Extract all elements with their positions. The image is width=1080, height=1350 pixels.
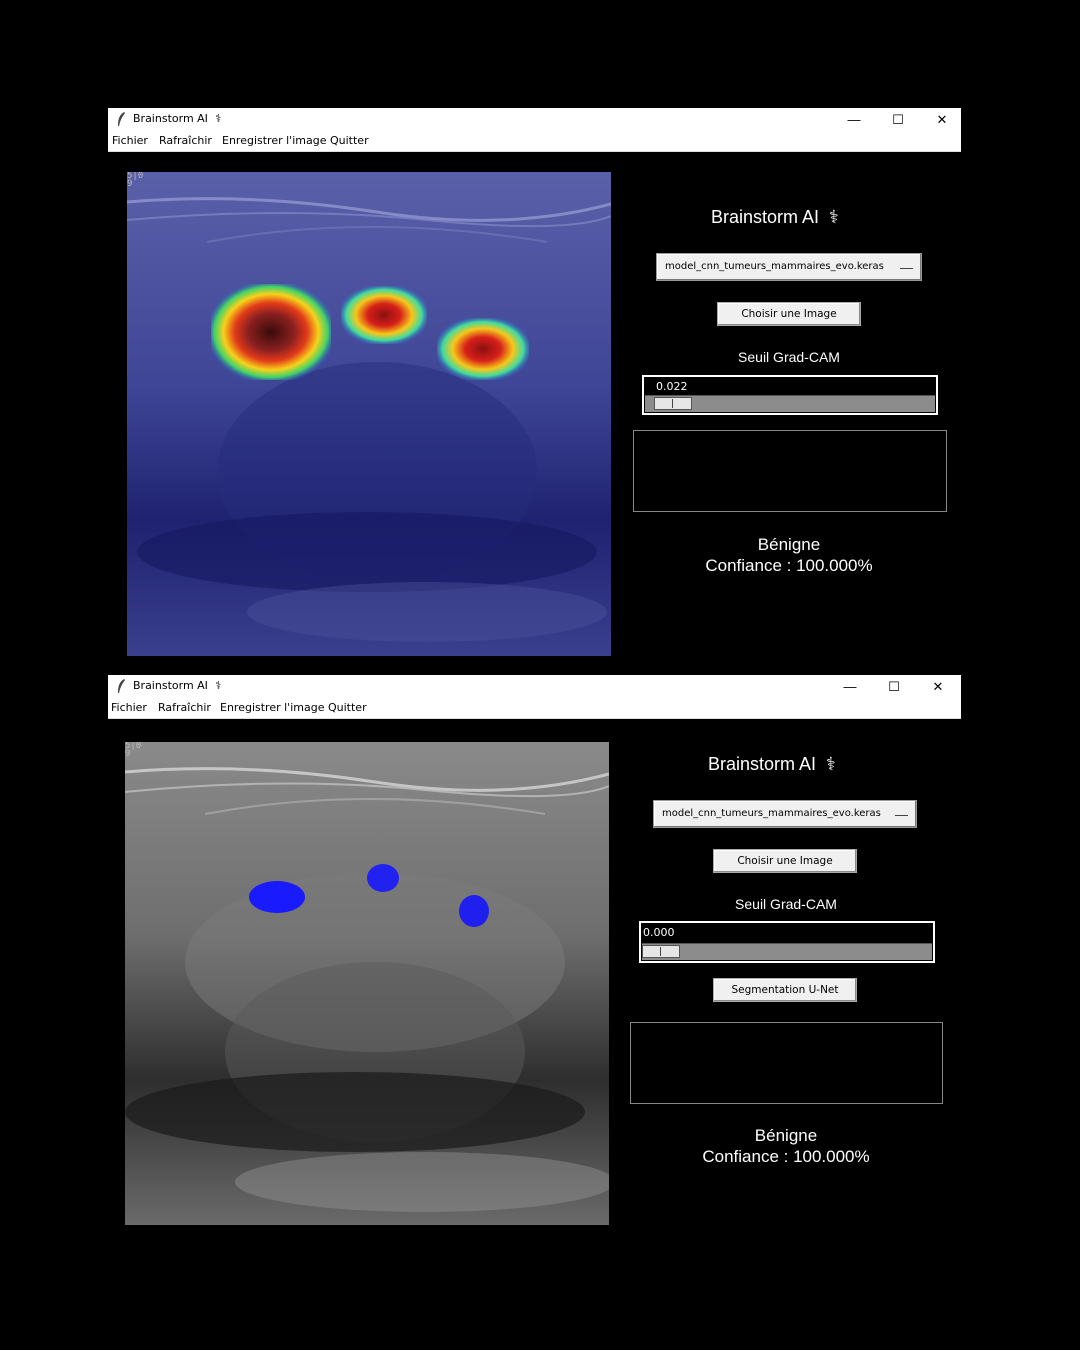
menu-rafraichir[interactable]: Rafraîchir xyxy=(159,134,212,147)
image-corner-label: 5|0 9 xyxy=(127,172,144,189)
segmentation-mask xyxy=(249,881,305,913)
result-panel: Bénigne Confiance : 100.000% xyxy=(642,534,936,576)
minimize-button[interactable]: — xyxy=(828,675,872,699)
maximize-button[interactable]: ☐ xyxy=(872,675,916,699)
threshold-label: Seuil Grad-CAM xyxy=(735,896,837,912)
dropdown-arrow-icon xyxy=(895,813,908,816)
model-select-value: model_cnn_tumeurs_mammaires_evo.keras xyxy=(662,808,881,819)
menu-quitter[interactable]: Quitter xyxy=(328,701,367,714)
app-title: Brainstorm AI ⚕ xyxy=(711,207,839,227)
menu-bar: Fichier Rafraîchir Enregistrer l'image Q… xyxy=(108,699,961,719)
app-window-segmentation: Brainstorm AI ⚕ — ☐ ✕ Fichier Rafraîchir… xyxy=(108,675,961,1245)
output-box xyxy=(633,430,947,512)
menu-bar: Fichier Rafraîchir Enregistrer l'image Q… xyxy=(108,132,961,152)
result-panel: Bénigne Confiance : 100.000% xyxy=(639,1125,933,1167)
slider-trough[interactable] xyxy=(645,395,935,412)
segmentation-button[interactable]: Segmentation U-Net xyxy=(713,978,857,1002)
threshold-label: Seuil Grad-CAM xyxy=(738,349,840,365)
app-window-gradcam: Brainstorm AI ⚕ — ☐ ✕ Fichier Rafraîchir… xyxy=(108,108,961,668)
confidence-text: Confiance : 100.000% xyxy=(705,556,873,575)
caduceus-icon: ⚕ xyxy=(215,679,222,692)
maximize-button[interactable]: ☐ xyxy=(876,108,920,132)
ultrasound-image-gradcam: 5|0 9 xyxy=(127,172,611,656)
slider-trough[interactable] xyxy=(642,943,932,960)
gradcam-hotspot xyxy=(437,318,529,380)
threshold-value: 0.022 xyxy=(656,380,688,393)
result-class: Bénigne xyxy=(757,535,821,554)
ultrasound-segmentation-graphic xyxy=(125,742,609,1225)
slider-thumb[interactable] xyxy=(654,397,692,410)
window-title: Brainstorm AI ⚕ xyxy=(133,679,222,692)
slider-thumb[interactable] xyxy=(642,945,680,958)
threshold-slider[interactable]: 0.000 xyxy=(639,921,935,963)
app-title: Brainstorm AI ⚕ xyxy=(708,754,836,774)
threshold-slider[interactable]: 0.022 xyxy=(642,375,938,415)
caduceus-icon: ⚕ xyxy=(826,754,836,774)
threshold-value: 0.000 xyxy=(643,926,675,939)
window-title: Brainstorm AI ⚕ xyxy=(133,112,222,125)
menu-enregistrer-image[interactable]: Enregistrer l'image xyxy=(220,701,324,714)
segmentation-mask xyxy=(459,895,489,927)
choose-image-button[interactable]: Choisir une Image xyxy=(713,849,857,873)
feather-icon xyxy=(118,112,125,126)
menu-fichier[interactable]: Fichier xyxy=(111,701,147,714)
gradcam-hotspot xyxy=(341,286,427,344)
close-button[interactable]: ✕ xyxy=(916,675,960,699)
model-select-value: model_cnn_tumeurs_mammaires_evo.keras xyxy=(665,261,884,272)
confidence-text: Confiance : 100.000% xyxy=(702,1147,870,1166)
menu-quitter[interactable]: Quitter xyxy=(330,134,369,147)
ultrasound-image-segmentation: 5|0 9 xyxy=(125,742,609,1225)
model-select[interactable]: model_cnn_tumeurs_mammaires_evo.keras xyxy=(653,800,917,828)
title-bar[interactable]: Brainstorm AI ⚕ — ☐ ✕ xyxy=(108,108,961,132)
result-class: Bénigne xyxy=(754,1126,818,1145)
segmentation-mask xyxy=(367,864,399,892)
gradcam-hotspot xyxy=(211,284,331,380)
dropdown-arrow-icon xyxy=(900,266,913,269)
model-select[interactable]: model_cnn_tumeurs_mammaires_evo.keras xyxy=(656,253,922,281)
choose-image-button[interactable]: Choisir une Image xyxy=(717,302,861,326)
menu-rafraichir[interactable]: Rafraîchir xyxy=(158,701,211,714)
menu-fichier[interactable]: Fichier xyxy=(112,134,148,147)
feather-icon xyxy=(118,679,125,693)
output-box xyxy=(630,1022,943,1104)
caduceus-icon: ⚕ xyxy=(215,112,222,125)
ultrasound-heatmap-graphic xyxy=(127,172,611,656)
title-bar[interactable]: Brainstorm AI ⚕ — ☐ ✕ xyxy=(108,675,961,699)
close-button[interactable]: ✕ xyxy=(920,108,964,132)
menu-enregistrer-image[interactable]: Enregistrer l'image xyxy=(222,134,326,147)
image-corner-label: 5|0 9 xyxy=(125,742,142,759)
minimize-button[interactable]: — xyxy=(832,108,876,132)
caduceus-icon: ⚕ xyxy=(829,207,839,227)
